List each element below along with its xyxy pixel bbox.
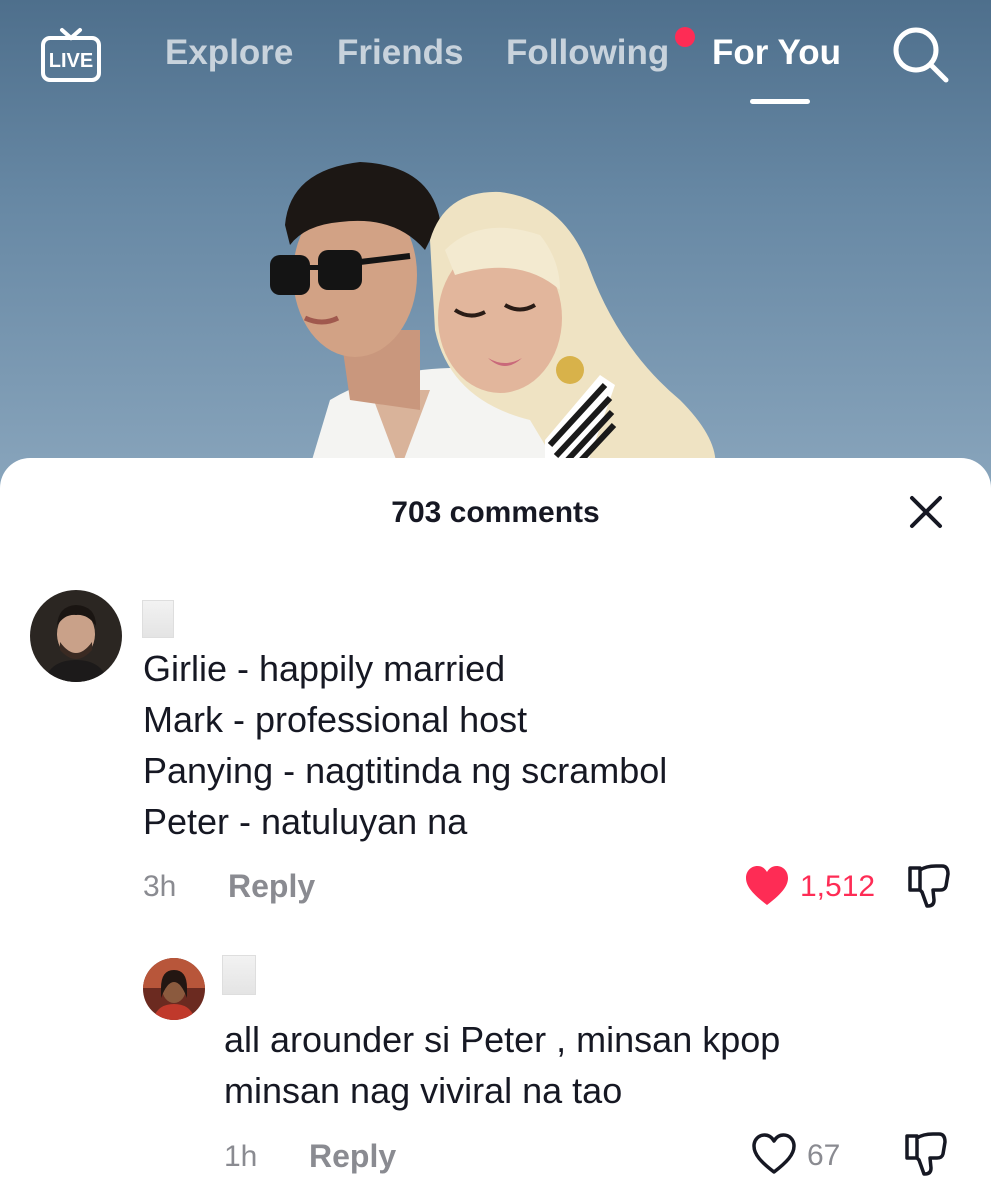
thumbs-down-icon[interactable] xyxy=(906,862,952,910)
comment-text: all arounder si Peter , minsan kpop mins… xyxy=(224,1014,780,1116)
live-label: LIVE xyxy=(49,50,93,72)
tab-following[interactable]: Following xyxy=(506,33,669,73)
like-count: 1,512 xyxy=(800,870,876,903)
heart-filled-icon[interactable] xyxy=(744,864,790,908)
comment-line: Panying - nagtitinda ng scrambol xyxy=(143,750,668,791)
comment-line: Girlie - happily married xyxy=(143,648,506,689)
reply-button[interactable]: Reply xyxy=(228,868,315,905)
active-tab-indicator xyxy=(750,99,810,104)
tab-for-you[interactable]: For You xyxy=(712,33,841,73)
comments-count-title: 703 comments xyxy=(391,496,600,529)
thumbs-down-icon[interactable] xyxy=(903,1130,949,1178)
comment-line: Peter - natuluyan na xyxy=(143,801,468,842)
close-icon[interactable] xyxy=(906,492,946,532)
comment-text: Girlie - happily married Mark - professi… xyxy=(143,643,667,847)
comments-sheet: 703 comments Girlie - happily married Ma… xyxy=(0,458,991,1200)
commenter-username[interactable] xyxy=(142,600,174,638)
comment-line: all arounder si Peter , minsan kpop xyxy=(224,1019,781,1060)
commenter-avatar[interactable] xyxy=(143,958,205,1020)
commenter-username[interactable] xyxy=(222,955,256,995)
search-icon[interactable] xyxy=(892,26,950,84)
comment-timestamp: 3h xyxy=(143,870,177,903)
live-tv-icon[interactable]: LIVE xyxy=(40,22,102,84)
comment-line: Mark - professional host xyxy=(143,699,528,740)
commenter-avatar[interactable] xyxy=(30,590,122,682)
tab-explore[interactable]: Explore xyxy=(165,33,293,73)
heart-outline-icon[interactable] xyxy=(751,1132,797,1176)
following-notification-dot xyxy=(675,27,695,47)
reply-button[interactable]: Reply xyxy=(309,1138,396,1175)
tab-friends[interactable]: Friends xyxy=(337,33,463,73)
like-count: 67 xyxy=(807,1139,841,1172)
comment-line: minsan nag viviral na tao xyxy=(224,1070,623,1111)
top-navigation: LIVE Explore Friends Following For You xyxy=(0,0,991,110)
comment-timestamp: 1h xyxy=(224,1140,258,1173)
